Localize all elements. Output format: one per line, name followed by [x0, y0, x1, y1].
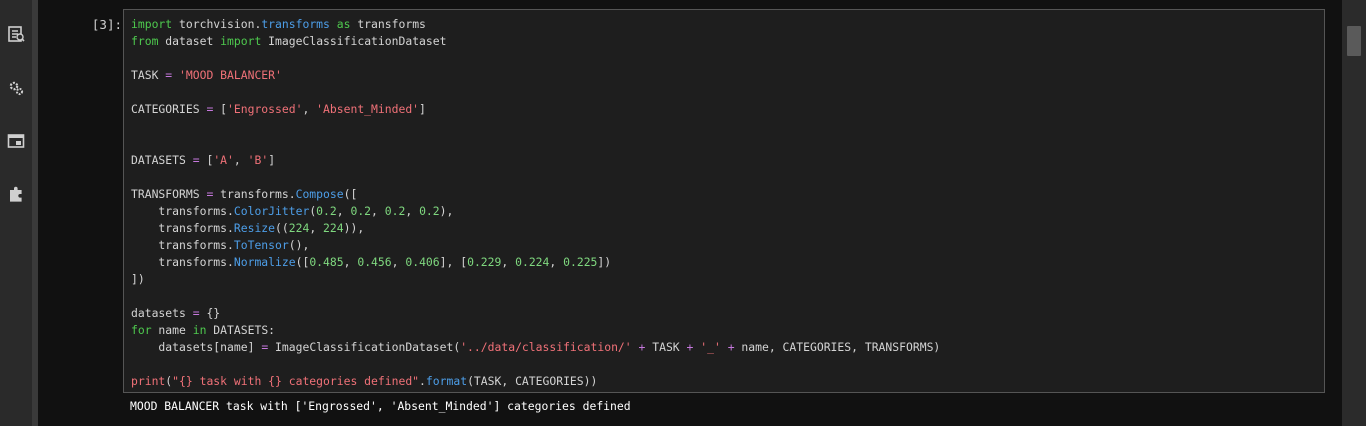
cell-output: MOOD BALANCER task with ['Engrossed', 'A… — [130, 399, 631, 413]
vertical-scrollbar[interactable] — [1342, 0, 1366, 426]
file-browser-icon[interactable] — [6, 24, 26, 44]
code-cell[interactable]: [3]: import torchvision.transforms as tr… — [38, 0, 1342, 426]
code-editor[interactable]: import torchvision.transforms as transfo… — [123, 9, 1325, 393]
scrollbar-thumb[interactable] — [1347, 26, 1361, 56]
left-sidebar — [0, 0, 32, 426]
code-text: import torchvision.transforms as transfo… — [131, 17, 941, 388]
tabs-icon[interactable] — [6, 131, 26, 151]
notebook-app: [3]: import torchvision.transforms as tr… — [0, 0, 1366, 426]
running-kernels-icon[interactable] — [6, 78, 26, 98]
cell-prompt: [3]: — [91, 17, 122, 32]
extensions-icon[interactable] — [6, 184, 26, 204]
notebook-panel: [3]: import torchvision.transforms as tr… — [38, 0, 1342, 426]
